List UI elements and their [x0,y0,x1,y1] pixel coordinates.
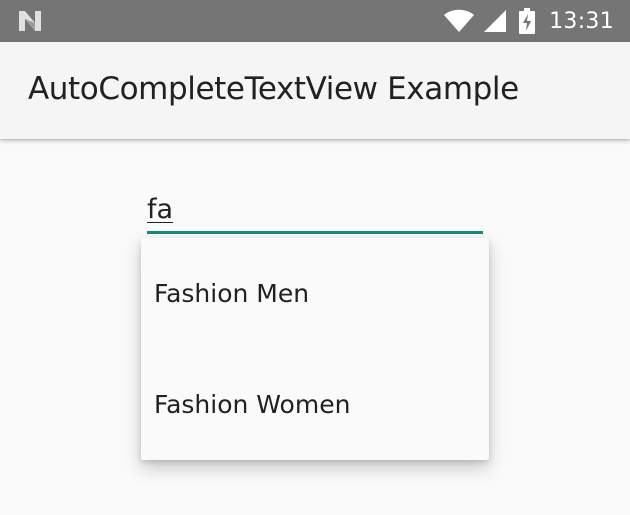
suggestions-dropdown: Fashion Men Fashion Women [141,238,489,460]
suggestion-item-fashion-women[interactable]: Fashion Women [141,349,489,460]
autocomplete-field[interactable] [147,188,483,236]
status-bar: 13:31 [0,0,630,42]
suggestion-label: Fashion Men [154,279,310,308]
notification-n-icon [19,11,41,31]
input-focus-underline [147,231,483,234]
cell-signal-icon [484,10,507,32]
app-title: AutoCompleteTextView Example [28,71,519,107]
suggestion-label: Fashion Women [154,390,351,419]
battery-charging-icon [519,8,536,34]
wifi-icon [444,9,475,32]
suggestion-item-fashion-men[interactable]: Fashion Men [141,238,489,349]
status-time: 13:31 [549,8,614,34]
status-icons: 13:31 [443,6,614,36]
app-bar: AutoCompleteTextView Example [0,42,630,139]
autocomplete-input[interactable] [147,188,483,231]
